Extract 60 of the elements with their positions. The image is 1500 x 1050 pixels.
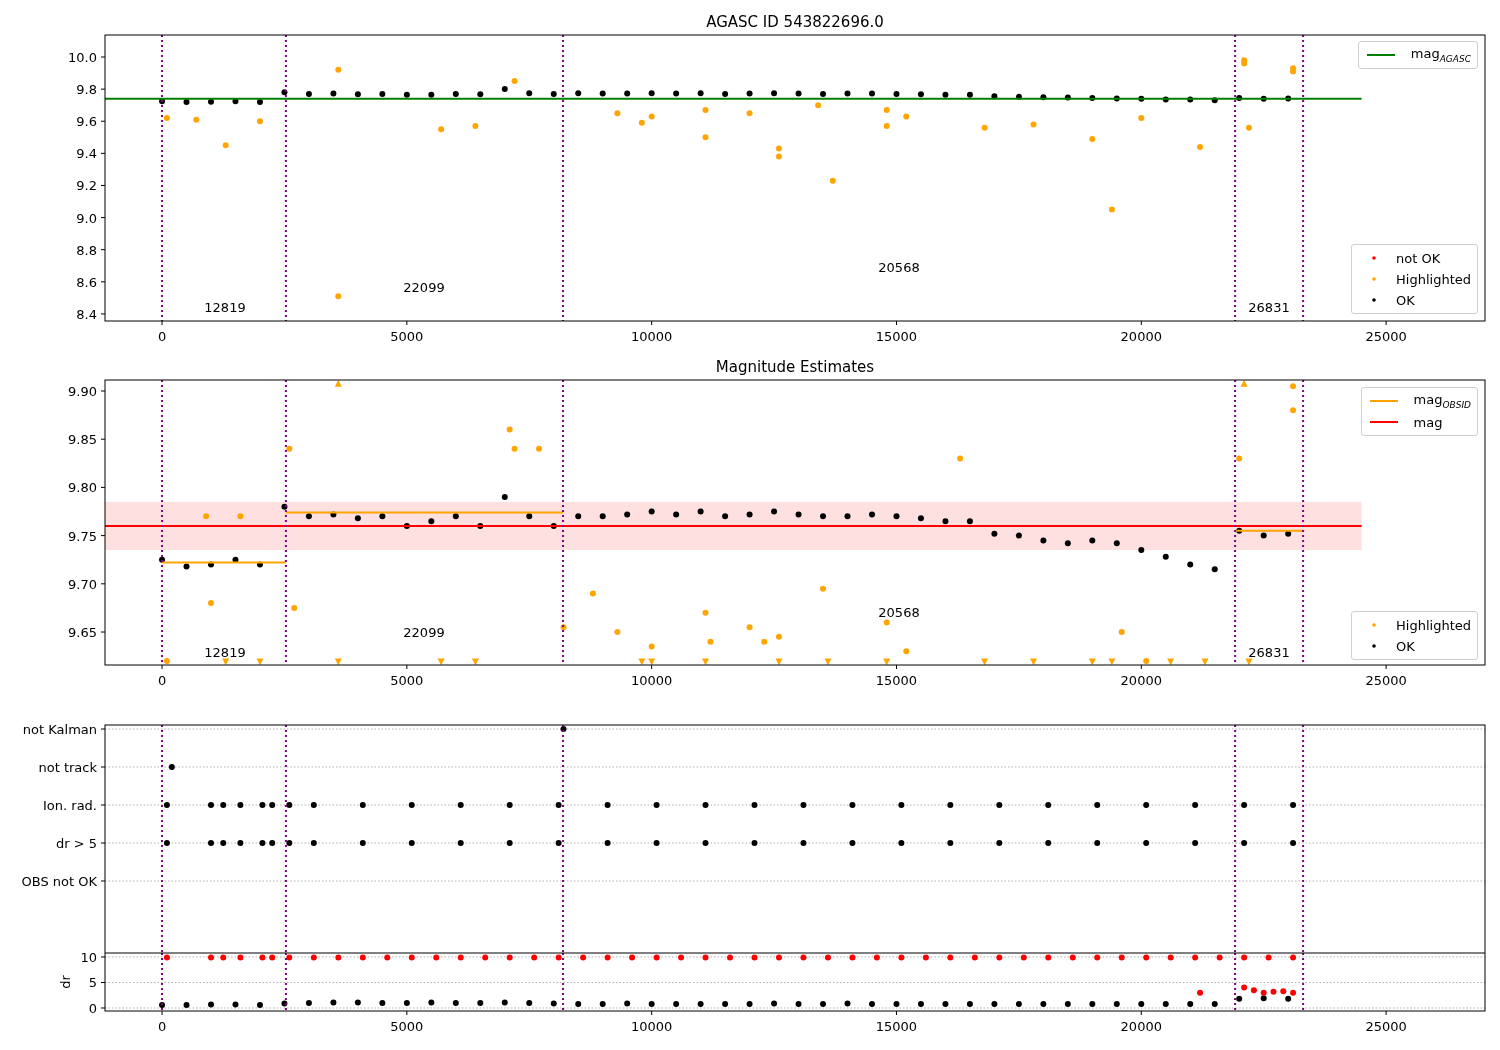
tick-label: 9.6 (76, 114, 97, 130)
annotation-label: 22099 (403, 280, 445, 295)
chart-title: AGASC ID 543822696.0 (706, 13, 884, 31)
tick-label: 10 (80, 953, 97, 965)
tick-label: 15000 (875, 673, 918, 688)
tick-label: 9.90 (68, 384, 97, 399)
tick-label: 20000 (1120, 1019, 1162, 1034)
legend-label: mag (1413, 414, 1443, 430)
annotation-label: 26831 (1248, 645, 1290, 660)
tick-label: 0 (88, 1001, 97, 1016)
legend-label: mag$_{OBSID}$ (1413, 392, 1471, 410)
axis-label: dr (58, 975, 73, 989)
tick-label: 20000 (1120, 673, 1162, 688)
tick-label: 8.6 (76, 274, 97, 290)
chart-title: Magnitude Estimates (715, 358, 875, 376)
legend-label: OK (1396, 638, 1415, 654)
tick-label: 9.65 (68, 625, 97, 641)
tick-label: 5000 (390, 673, 424, 688)
tick-label: not track (38, 760, 97, 775)
tick-label: 10000 (631, 673, 673, 688)
legend-label: OK (1396, 292, 1415, 308)
tick-label: 25000 (1365, 329, 1407, 344)
annotation-label: 12819 (204, 300, 246, 315)
tick-label: 8.4 (76, 306, 97, 322)
tick-label: 20000 (1120, 329, 1162, 344)
tick-label: not Kalman (22, 722, 97, 737)
tick-label: 5 (88, 975, 97, 991)
tick-label: OBS not OK (21, 874, 97, 889)
tick-label: 8.8 (76, 242, 97, 258)
annotation-label: 22099 (403, 625, 445, 640)
tick-label: 0 (157, 1019, 167, 1034)
annotation-label: 26831 (1248, 300, 1290, 315)
tick-label: 25000 (1365, 1019, 1407, 1034)
annotation-label: 12819 (204, 645, 246, 660)
annotation-label: 20568 (878, 260, 920, 275)
tick-label: 10000 (631, 329, 673, 344)
legend-label: mag$_{AGASC}$ (1410, 46, 1471, 64)
tick-label: 0 (157, 673, 167, 688)
tick-label: Ion. rad. (43, 798, 97, 813)
legend-label: not OK (1396, 250, 1441, 266)
annotation-label: 20568 (878, 605, 920, 620)
legend-label: Highlighted (1396, 617, 1471, 633)
tick-label: 25000 (1365, 673, 1407, 688)
tick-label: 10.0 (68, 50, 97, 65)
legend-label: Highlighted (1396, 271, 1471, 287)
tick-label: 5000 (390, 1019, 424, 1034)
tick-label: 9.4 (76, 146, 97, 162)
tick-label: 9.80 (68, 480, 97, 496)
tick-label: 5000 (390, 329, 424, 344)
tick-label: 9.85 (68, 432, 97, 448)
tick-label: 0 (157, 329, 167, 344)
tick-label: 9.75 (68, 528, 97, 544)
tick-label: 9.0 (76, 210, 97, 226)
tick-label: 15000 (875, 1019, 918, 1034)
tick-label: 15000 (875, 329, 918, 344)
tick-label: dr > 5 (55, 836, 97, 851)
tick-label: 9.2 (76, 178, 97, 194)
tick-label: 9.70 (68, 576, 97, 592)
tick-label: 9.8 (76, 82, 97, 98)
tick-label: 10000 (631, 1019, 673, 1034)
